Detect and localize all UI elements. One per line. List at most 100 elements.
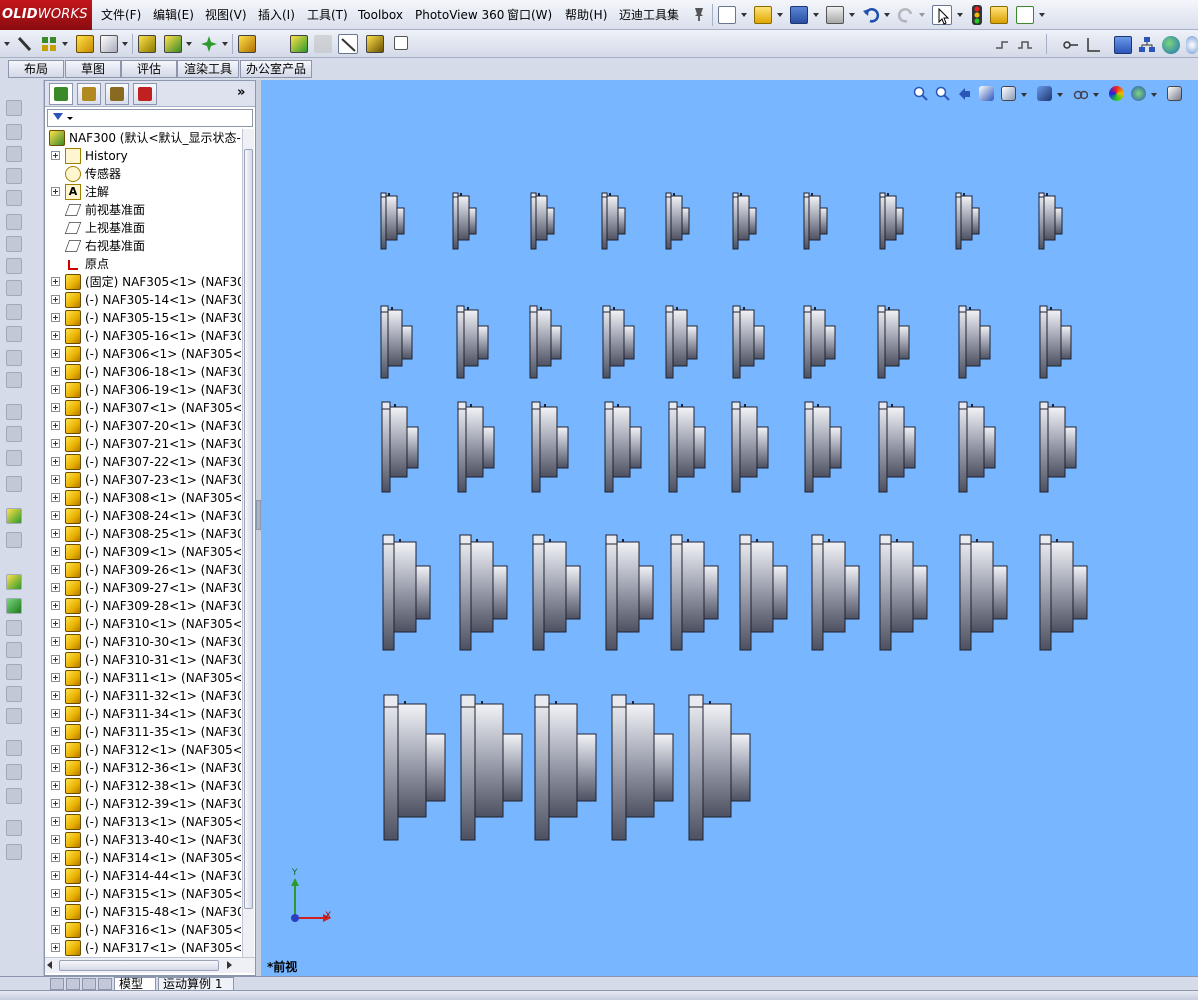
bearing-part[interactable] bbox=[804, 401, 842, 493]
tree-item[interactable]: (-) NAF309-28<1> (NAF30 bbox=[45, 597, 241, 615]
expand-toggle-icon[interactable] bbox=[51, 835, 60, 844]
web-search-icon[interactable] bbox=[1186, 36, 1198, 54]
network-icon[interactable] bbox=[1138, 36, 1156, 54]
configuration-manager-icon[interactable] bbox=[105, 83, 129, 105]
tree-item[interactable]: (-) NAF310-30<1> (NAF30 bbox=[45, 633, 241, 651]
interference-icon[interactable] bbox=[290, 35, 308, 53]
menu-item-6[interactable]: PhotoView 360 bbox=[415, 7, 504, 23]
expand-toggle-icon[interactable] bbox=[51, 475, 60, 484]
bearing-part[interactable] bbox=[531, 401, 569, 493]
step-line-icon[interactable] bbox=[1016, 36, 1034, 54]
pattern-icon[interactable] bbox=[40, 35, 58, 53]
sketch-toggle-icon[interactable] bbox=[338, 34, 358, 54]
tree-item[interactable]: (-) NAF309-27<1> (NAF30 bbox=[45, 579, 241, 597]
save-dropdown-arrow[interactable] bbox=[813, 13, 819, 17]
bearing-part[interactable] bbox=[958, 401, 996, 493]
toolbar-dropdown-arrow[interactable] bbox=[4, 42, 10, 46]
new-document-icon[interactable] bbox=[718, 6, 736, 24]
expand-toggle-icon[interactable] bbox=[51, 673, 60, 682]
bearing-part[interactable] bbox=[456, 305, 489, 379]
bearing-part[interactable] bbox=[879, 534, 928, 651]
bearing-part[interactable] bbox=[457, 401, 495, 493]
move-dropdown-arrow[interactable] bbox=[222, 42, 228, 46]
print-dropdown-arrow[interactable] bbox=[849, 13, 855, 17]
expand-toggle-icon[interactable] bbox=[51, 385, 60, 394]
menu-item-8[interactable]: 帮助(H) bbox=[565, 7, 607, 23]
tree-item[interactable]: (-) NAF314<1> (NAF305< bbox=[45, 849, 241, 867]
options-icon[interactable] bbox=[1016, 6, 1034, 24]
expand-toggle-icon[interactable] bbox=[51, 439, 60, 448]
mate-icon[interactable] bbox=[138, 35, 156, 53]
expand-toggle-icon[interactable] bbox=[51, 943, 60, 952]
bearing-part[interactable] bbox=[732, 305, 765, 379]
reference-geometry-icon[interactable] bbox=[314, 35, 332, 53]
left-tool-14-icon[interactable] bbox=[6, 426, 22, 442]
left-tool-27-icon[interactable] bbox=[6, 764, 22, 780]
left-tool-29-icon[interactable] bbox=[6, 820, 22, 836]
tree-item[interactable]: A 注解 bbox=[45, 183, 241, 201]
smart-fasteners-icon[interactable] bbox=[164, 35, 182, 53]
bearing-part[interactable] bbox=[530, 192, 555, 250]
left-tool-26-icon[interactable] bbox=[6, 740, 22, 756]
save-icon[interactable] bbox=[790, 6, 808, 24]
command-tab-3[interactable]: 渲染工具 bbox=[177, 60, 239, 78]
new-dropdown-arrow[interactable] bbox=[741, 13, 747, 17]
expand-toggle-icon[interactable] bbox=[51, 367, 60, 376]
tree-item[interactable]: (-) NAF312<1> (NAF305< bbox=[45, 741, 241, 759]
left-tool-20-icon[interactable] bbox=[6, 598, 22, 614]
tree-item[interactable]: (-) NAF313<1> (NAF305< bbox=[45, 813, 241, 831]
rebuild-traffic-light-icon[interactable] bbox=[972, 5, 982, 25]
tree-item[interactable]: 原点 bbox=[45, 255, 241, 273]
left-tool-13-icon[interactable] bbox=[6, 404, 22, 420]
tree-item[interactable]: (-) NAF311-34<1> (NAF30 bbox=[45, 705, 241, 723]
left-tool-6-icon[interactable] bbox=[6, 236, 22, 252]
property-manager-icon[interactable] bbox=[77, 83, 101, 105]
command-tab-1[interactable]: 草图 bbox=[65, 60, 121, 78]
tree-item[interactable]: (-) NAF308-25<1> (NAF30 bbox=[45, 525, 241, 543]
feature-tree-icon[interactable] bbox=[49, 83, 73, 105]
left-tool-23-icon[interactable] bbox=[6, 664, 22, 680]
expand-toggle-icon[interactable] bbox=[51, 763, 60, 772]
tree-item[interactable]: (-) NAF306-18<1> (NAF30 bbox=[45, 363, 241, 381]
open-folder-icon[interactable] bbox=[754, 6, 772, 24]
redo-dropdown-arrow[interactable] bbox=[919, 13, 925, 17]
bearing-part[interactable] bbox=[1039, 534, 1088, 651]
next-tab-button[interactable] bbox=[82, 978, 96, 990]
tree-item[interactable]: (-) NAF305-16<1> (NAF30 bbox=[45, 327, 241, 345]
expand-toggle-icon[interactable] bbox=[51, 655, 60, 664]
large-assembly-icon[interactable] bbox=[394, 36, 408, 50]
tree-item[interactable]: (固定) NAF305<1> (NAF30 bbox=[45, 273, 241, 291]
tree-item[interactable]: 右视基准面 bbox=[45, 237, 241, 255]
expand-toggle-icon[interactable] bbox=[51, 547, 60, 556]
bearing-part[interactable] bbox=[688, 694, 751, 841]
bearing-part[interactable] bbox=[1038, 192, 1063, 250]
left-tool-4-icon[interactable] bbox=[6, 190, 22, 206]
bearing-part[interactable] bbox=[959, 534, 1008, 651]
tree-item[interactable]: (-) NAF309-26<1> (NAF30 bbox=[45, 561, 241, 579]
tree-item[interactable]: (-) NAF312-39<1> (NAF30 bbox=[45, 795, 241, 813]
tree-item[interactable]: (-) NAF316<1> (NAF305< bbox=[45, 921, 241, 939]
bearing-part[interactable] bbox=[877, 305, 910, 379]
tree-item[interactable]: (-) NAF305-14<1> (NAF30 bbox=[45, 291, 241, 309]
break-line-icon[interactable] bbox=[994, 36, 1012, 54]
expand-toggle-icon[interactable] bbox=[51, 601, 60, 610]
expand-toggle-icon[interactable] bbox=[51, 331, 60, 340]
tree-item[interactable]: (-) NAF315-48<1> (NAF30 bbox=[45, 903, 241, 921]
expand-toggle-icon[interactable] bbox=[51, 745, 60, 754]
expand-toggle-icon[interactable] bbox=[51, 709, 60, 718]
expand-toggle-icon[interactable] bbox=[51, 781, 60, 790]
tree-item[interactable]: (-) NAF311-32<1> (NAF30 bbox=[45, 687, 241, 705]
command-tab-2[interactable]: 评估 bbox=[121, 60, 177, 78]
bearing-part[interactable] bbox=[1039, 401, 1077, 493]
bearing-part[interactable] bbox=[955, 192, 980, 250]
bearing-part[interactable] bbox=[602, 305, 635, 379]
expand-toggle-icon[interactable] bbox=[51, 727, 60, 736]
move-component-icon[interactable] bbox=[200, 35, 218, 53]
bearing-part[interactable] bbox=[380, 305, 413, 379]
left-tool-11-icon[interactable] bbox=[6, 350, 22, 366]
expand-toggle-icon[interactable] bbox=[51, 637, 60, 646]
left-tool-7-icon[interactable] bbox=[6, 258, 22, 274]
last-tab-button[interactable] bbox=[98, 978, 112, 990]
menu-item-3[interactable]: 插入(I) bbox=[258, 7, 295, 23]
expand-toggle-icon[interactable] bbox=[51, 421, 60, 430]
